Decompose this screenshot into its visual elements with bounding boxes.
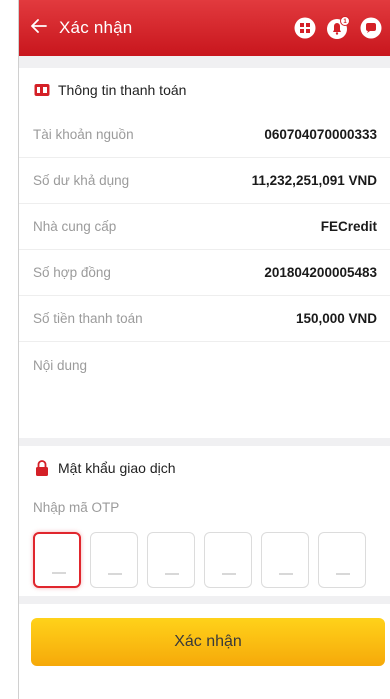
app-screen: Xác nhận 1 Thông tin thanh toán Tài khoả…: [18, 0, 390, 699]
row-value: 060704070000333: [264, 127, 377, 142]
otp-input-group: [19, 532, 390, 588]
row-source-account: Tài khoản nguồn 060704070000333: [19, 112, 390, 158]
card-icon: [33, 82, 50, 99]
footer: Xác nhận: [19, 604, 390, 699]
row-label: Số dư khả dụng: [33, 173, 130, 188]
row-provider: Nhà cung cấp FECredit: [19, 204, 390, 250]
otp-digit-3[interactable]: [147, 532, 195, 588]
password-title: Mật khẩu giao dịch: [58, 460, 176, 476]
otp-placeholder-dash: [279, 573, 293, 575]
payment-info-title: Thông tin thanh toán: [58, 82, 187, 98]
page-title: Xác nhận: [59, 18, 133, 37]
row-label: Số hợp đồng: [33, 265, 111, 280]
otp-placeholder-dash: [165, 573, 179, 575]
header-actions: 1: [293, 16, 383, 40]
row-label: Số tiền thanh toán: [33, 311, 143, 326]
row-value: 11,232,251,091 VND: [251, 173, 377, 188]
confirm-button[interactable]: Xác nhận: [31, 618, 385, 666]
otp-label: Nhập mã OTP: [33, 500, 120, 515]
row-value: 201804200005483: [264, 265, 377, 280]
top-bar: Xác nhận 1: [19, 0, 390, 56]
otp-digit-6[interactable]: [318, 532, 366, 588]
app-frame: Xác nhận 1 Thông tin thanh toán Tài khoả…: [0, 0, 390, 699]
grid-menu-icon[interactable]: [293, 16, 317, 40]
row-label: Tài khoản nguồn: [33, 127, 134, 142]
row-content: Nội dung: [19, 342, 390, 388]
password-header: Mật khẩu giao dịch: [19, 446, 390, 490]
transaction-password-section: Mật khẩu giao dịch Nhập mã OTP: [19, 446, 390, 596]
row-label: Nội dung: [33, 357, 88, 373]
row-value: 150,000 VND: [295, 311, 377, 326]
row-label: Nhà cung cấp: [33, 219, 117, 234]
lock-icon: [33, 460, 50, 477]
chat-icon[interactable]: [359, 16, 383, 40]
row-payment-amount: Số tiền thanh toán 150,000 VND: [19, 296, 390, 342]
otp-placeholder-dash: [336, 573, 350, 575]
row-contract-number: Số hợp đồng 201804200005483: [19, 250, 390, 296]
notification-bell-icon[interactable]: 1: [326, 16, 350, 40]
arrow-left-icon: [31, 18, 47, 38]
otp-digit-2[interactable]: [90, 532, 138, 588]
otp-placeholder-dash: [222, 573, 236, 575]
otp-placeholder-dash: [108, 573, 122, 575]
row-available-balance: Số dư khả dụng 11,232,251,091 VND: [19, 158, 390, 204]
otp-digit-5[interactable]: [261, 532, 309, 588]
otp-placeholder-dash: [52, 572, 66, 574]
otp-digit-4[interactable]: [204, 532, 252, 588]
back-button[interactable]: [19, 0, 59, 56]
payment-info-header: Thông tin thanh toán: [19, 68, 390, 112]
otp-digit-1[interactable]: [33, 532, 81, 588]
row-value: FECredit: [320, 219, 377, 234]
payment-info-section: Thông tin thanh toán Tài khoản nguồn 060…: [19, 68, 390, 438]
